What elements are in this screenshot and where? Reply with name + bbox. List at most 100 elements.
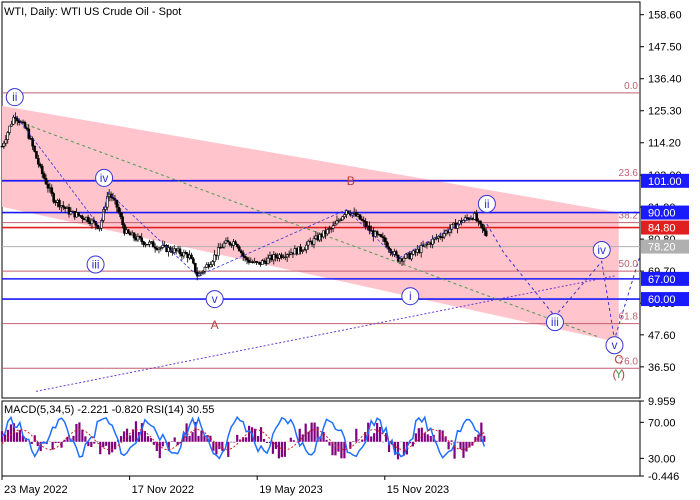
candle-body [358,214,362,220]
candle-body [305,244,308,250]
macd-bar [90,441,93,447]
candle-body [190,254,193,260]
x-tick-label: 17 Nov 2022 [132,484,194,496]
macd-bar [36,441,39,447]
macd-bar [331,441,334,456]
macd-bar [429,435,432,442]
candle-body [484,230,488,237]
macd-bar [84,436,87,442]
candle-body [115,199,119,208]
indicator-label: MACD(5,34,5) -2.221 -0.820 RSI(14) 30.55 [4,404,215,416]
candle-body [475,213,478,222]
macd-bar [301,434,304,442]
candle-body [387,246,390,250]
macd-bar [259,427,263,442]
y-tick-label: 158.60 [648,10,682,22]
macd-bar [105,441,108,446]
candle-body [4,139,8,144]
wave-label: iv [597,243,606,257]
price-level-badge-text: 60.00 [648,294,676,306]
price-level-badge-text: 101.00 [648,176,682,188]
candle-body [2,142,6,147]
candle-body [483,228,486,232]
macd-bar [444,436,447,442]
macd-bar [197,435,200,442]
candle-body [77,212,80,216]
macd-bar [51,441,54,450]
chart-window: 0.0 23.6 38.2 50.0 61.8 76.0 ii iv iii v A Bi ii iv ii… [0,0,700,500]
macd-bar [340,441,343,459]
macd-bar [337,441,340,452]
wave-label: ii [12,90,17,104]
macd-bar [289,437,292,442]
macd-bar [426,434,429,442]
indicator-tick-label: -0.446 [648,471,679,483]
candle-body [228,241,232,245]
candle-body [37,158,40,165]
wave-label: iv [100,171,109,185]
candle-body [241,252,245,257]
wave-label: ii [484,197,489,211]
candle-body [209,264,212,268]
fib-level-label: 50.0 [619,259,639,270]
y-tick-label: 147.50 [648,42,682,54]
macd-bar [125,428,129,442]
candle-body [331,225,335,229]
candle-body [178,248,182,255]
y-tick-label: 47.60 [648,330,676,342]
candle-body [203,267,207,272]
candle-body [86,216,90,223]
x-tick-label: 15 Nov 2023 [387,484,449,496]
macd-bar [456,441,459,443]
macd-bar [352,441,355,442]
candle-body [431,238,434,245]
macd-bar [361,439,364,442]
macd-bar [271,441,275,454]
wave-label: v [611,338,617,352]
y-tick-label: 125.30 [648,106,682,118]
candle-body [312,238,316,245]
macd-bar [304,423,307,442]
indicator-tick-label: 30.00 [648,453,676,465]
macd-bar [236,434,239,442]
candle-body [481,223,484,229]
macd-bar [313,422,316,442]
wave-label: v [212,292,218,306]
macd-bar [256,436,260,442]
candle-body [222,242,226,248]
x-tick-label: 23 May 2022 [4,484,68,496]
macd-bar [465,441,468,452]
macd-bar [134,421,138,442]
candle-body [394,251,398,256]
macd-bar [60,441,63,448]
macd-bar [218,441,221,450]
macd-bar [277,441,280,459]
candle-body [52,193,55,203]
macd-bar [358,441,361,443]
candle-body [117,206,121,213]
candle-body [383,237,387,242]
macd-bar [161,441,164,447]
macd-bar [322,431,325,442]
macd-bar [78,422,81,442]
macd-bar [188,435,191,442]
macd-bar [450,440,453,442]
candle-body [35,151,38,159]
macd-bar [128,435,132,442]
wave-label: B [347,174,355,188]
candle-body [151,241,155,248]
candle-body [42,173,46,179]
macd-bar [248,425,251,442]
macd-bar [200,430,203,442]
candle-body [450,224,454,230]
macd-bar [376,423,379,442]
macd-bar [438,429,441,442]
macd-bar [417,428,420,442]
candle-body [266,257,270,265]
macd-bar [373,433,376,442]
wave-label: A [211,318,219,332]
candle-body [81,215,84,219]
macd-bar [233,441,236,443]
macd-bar [191,432,194,442]
macd-bar [9,424,13,442]
